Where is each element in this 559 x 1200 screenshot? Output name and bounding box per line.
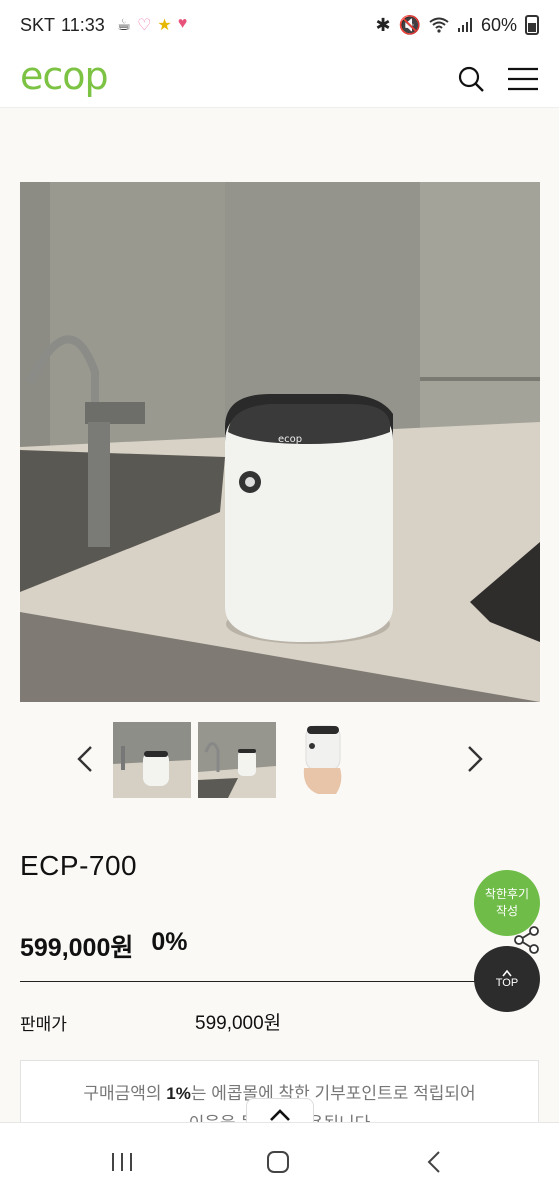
product-page: ecop ECP-700 599,000원 0% 판매가 599,000원 구매…	[0, 108, 559, 1122]
review-button-line2: 작성	[495, 904, 519, 918]
site-header: ecop	[0, 50, 559, 108]
chevron-up-icon	[270, 1108, 290, 1121]
mute-icon: 🔇	[398, 14, 421, 35]
home-button[interactable]	[258, 1147, 298, 1177]
clock: 11:33	[61, 14, 105, 35]
thumbnail-3[interactable]	[284, 722, 362, 798]
bowl-icon: ☕	[116, 17, 132, 34]
battery-icon	[525, 15, 539, 35]
price-divider	[20, 981, 539, 982]
sale-price-value: 599,000원	[195, 1013, 282, 1034]
product-main-image[interactable]: ecop	[20, 182, 540, 702]
heart-fill-icon: ♥	[177, 15, 188, 32]
back-icon	[427, 1151, 440, 1173]
product-name: ECP-700	[20, 850, 138, 881]
system-navigation-bar	[0, 1122, 559, 1200]
heart-icon: ♡	[137, 17, 152, 34]
carrier: SKT	[20, 14, 56, 35]
search-icon	[458, 66, 484, 92]
hamburger-icon	[508, 67, 538, 90]
battery-percent: 60%	[480, 14, 517, 35]
expand-tab[interactable]	[246, 1098, 314, 1122]
back-button[interactable]	[414, 1147, 454, 1177]
thumbnail-2[interactable]	[198, 722, 276, 798]
price-row: 599,000원 0%	[20, 928, 188, 964]
wifi-icon	[429, 17, 449, 33]
recent-apps-button[interactable]	[102, 1147, 142, 1177]
review-button-line1: 착한후기	[484, 887, 530, 901]
product-price: 599,000원	[20, 934, 134, 962]
top-label: TOP	[495, 977, 519, 989]
chevron-right-icon	[468, 746, 483, 772]
star-icon: ★	[157, 17, 172, 34]
bluetooth-icon: ✱	[375, 14, 391, 35]
sale-price-label: 판매가	[20, 1015, 67, 1034]
caret-up-icon	[502, 969, 512, 977]
home-icon	[267, 1151, 289, 1173]
scroll-top-button[interactable]: TOP	[474, 946, 540, 1012]
logo[interactable]: ecop	[20, 57, 109, 95]
recent-apps-icon	[112, 1153, 132, 1171]
prev-thumb-button[interactable]	[70, 744, 100, 774]
status-bar: SKT 11:33 ☕ ♡ ★ ♥ ✱ 🔇 60%	[0, 0, 559, 50]
thumbnail-1[interactable]	[113, 722, 191, 798]
search-button[interactable]	[455, 63, 487, 95]
discount-rate: 0%	[151, 928, 188, 956]
next-thumb-button[interactable]	[460, 744, 490, 774]
thumbnail-carousel	[0, 720, 559, 800]
notification-icons: ☕ ♡ ★ ♥	[117, 15, 188, 35]
signal-icon	[457, 18, 472, 32]
svg-text:ecop: ecop	[278, 434, 302, 445]
chevron-left-icon	[77, 746, 92, 772]
menu-button[interactable]	[507, 63, 539, 95]
